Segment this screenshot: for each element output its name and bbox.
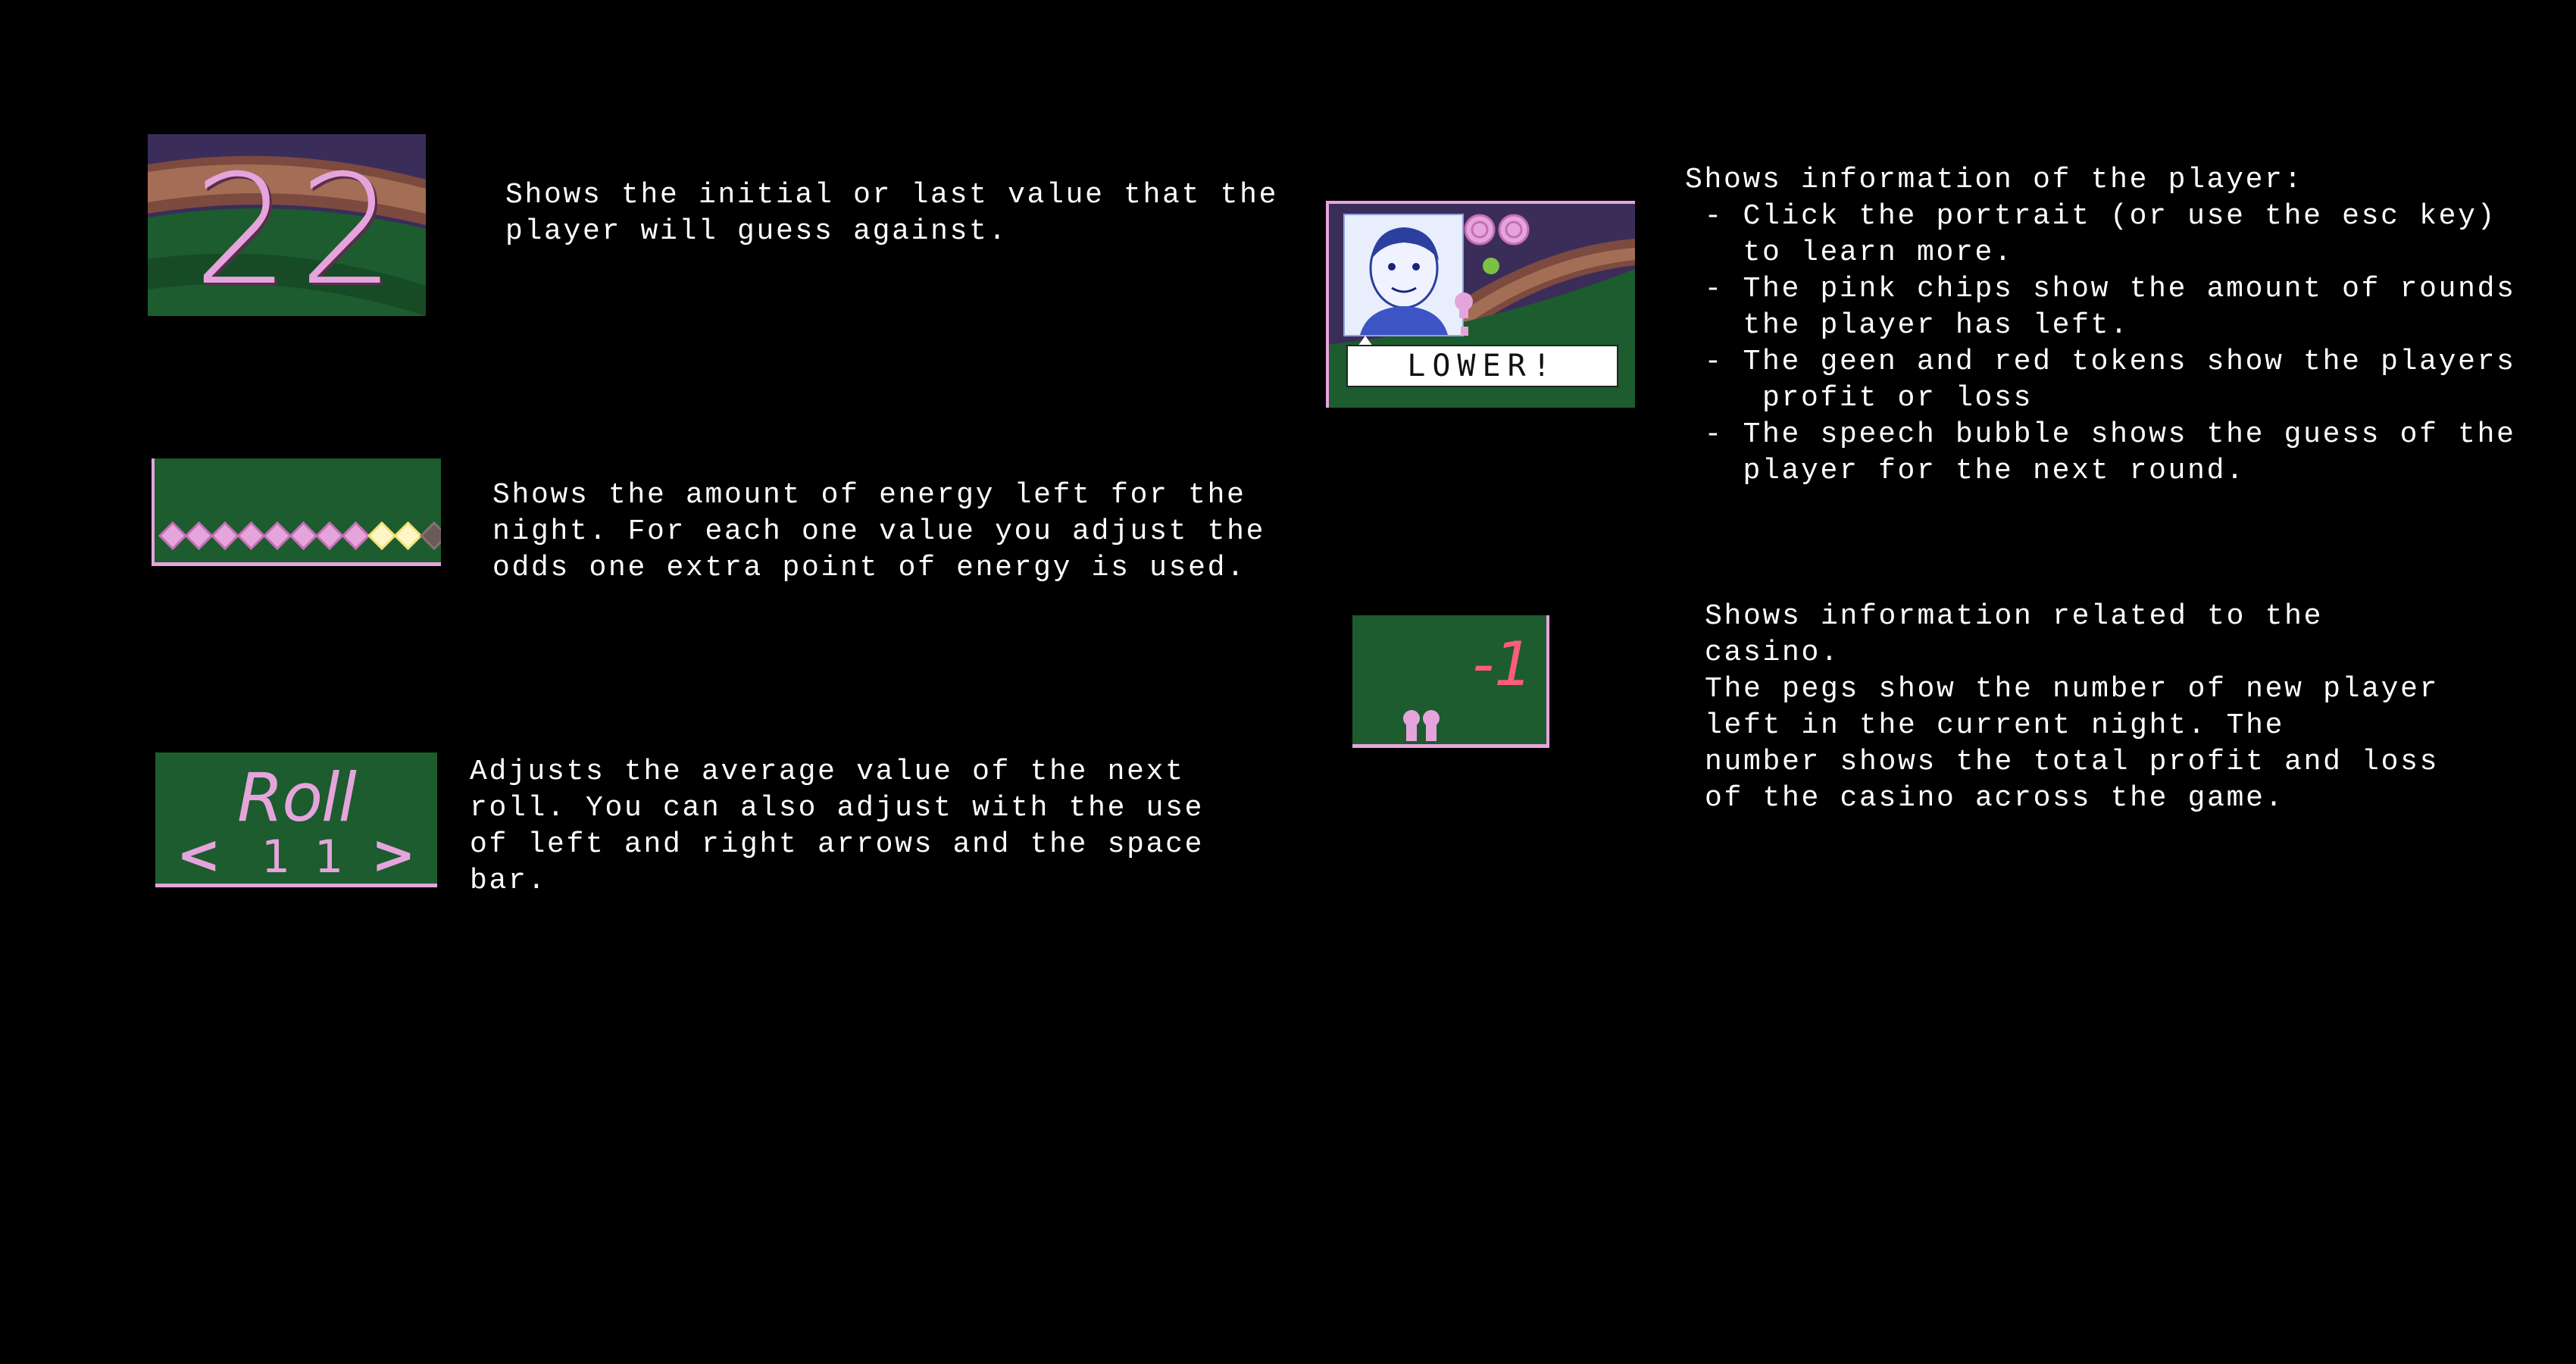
- casino-panel: -1: [1352, 615, 1549, 748]
- player-guess-speech-bubble: LOWER!: [1346, 345, 1618, 387]
- description-line: Shows information related to the: [1705, 600, 2324, 633]
- player-panel: LOWER!: [1326, 201, 1635, 408]
- starting-value-panel: 22: [148, 134, 426, 316]
- energy-point-icon: [419, 521, 441, 551]
- energy-point-icon: [184, 521, 214, 551]
- description-line: Shows the amount of energy left for the: [492, 479, 1246, 512]
- description-line: of the casino across the game.: [1705, 782, 2285, 815]
- roll-panel: Roll < 1 1 >: [155, 752, 437, 887]
- description-line: - The pink chips show the amount of roun…: [1685, 273, 2516, 305]
- energy-panel: [152, 458, 441, 566]
- description-line: player for the next round.: [1685, 455, 2246, 487]
- description-line: bar.: [470, 865, 548, 897]
- energy-point-icon: [314, 521, 345, 551]
- player-peg-icon: [1403, 710, 1420, 741]
- description-line: Shows information of the player:: [1685, 164, 2304, 196]
- panel-border: [1352, 744, 1549, 748]
- energy-point-icon: [341, 521, 370, 551]
- description-line: profit or loss: [1685, 382, 2034, 415]
- player-description: Shows information of the player: - Click…: [1685, 162, 2516, 490]
- starting-value-description: Shows the initial or last value that the…: [505, 177, 1278, 250]
- energy-point-icon: [236, 521, 266, 551]
- roll-digit: 1: [314, 831, 344, 884]
- energy-point-icon: [367, 521, 397, 551]
- description-line: night. For each one value you adjust the: [492, 515, 1266, 548]
- energy-point-icon: [210, 521, 240, 551]
- description-line: - The speech bubble shows the guess of t…: [1685, 418, 2516, 451]
- description-line: Shows the initial or last value that the: [505, 179, 1279, 211]
- description-line: to learn more.: [1685, 236, 2014, 269]
- energy-meter: [158, 521, 441, 551]
- energy-point-icon: [262, 521, 292, 551]
- energy-description: Shows the amount of energy left for the …: [492, 477, 1265, 587]
- round-chip-icon: [1464, 214, 1496, 246]
- increase-arrow-button[interactable]: >: [371, 828, 416, 881]
- energy-point-icon: [289, 521, 318, 551]
- player-peg-icon: [1455, 293, 1473, 336]
- panel-border: [1546, 615, 1549, 748]
- description-line: of left and right arrows and the space: [470, 828, 1205, 861]
- description-line: player will guess against.: [505, 215, 1008, 248]
- description-line: - Click the portrait (or use the esc key…: [1685, 200, 2497, 233]
- roll-description: Adjusts the average value of the next ro…: [470, 754, 1204, 899]
- description-line: roll. You can also adjust with the use: [470, 792, 1205, 824]
- starting-value: 22: [193, 142, 405, 316]
- decrease-arrow-button[interactable]: <: [177, 828, 221, 881]
- description-line: number shows the total profit and loss: [1705, 746, 2440, 778]
- description-line: odds one extra point of energy is used.: [492, 552, 1246, 584]
- profit-token-icon: [1483, 258, 1499, 274]
- roll-digit: 1: [261, 831, 291, 884]
- round-chip-icon: [1498, 214, 1530, 246]
- panel-border: [155, 884, 437, 887]
- panel-border: [152, 458, 155, 566]
- casino-pegs: [1403, 710, 1440, 741]
- energy-point-icon: [158, 521, 188, 551]
- description-line: - The geen and red tokens show the playe…: [1685, 346, 2516, 378]
- panel-border: [152, 562, 441, 566]
- energy-point-icon: [393, 521, 423, 551]
- description-line: the player has left.: [1685, 309, 2130, 342]
- description-line: left in the current night. The: [1705, 709, 2285, 742]
- description-line: Adjusts the average value of the next: [470, 756, 1185, 788]
- player-peg-icon: [1423, 710, 1440, 741]
- description-line: The pegs show the number of new player: [1705, 673, 2440, 705]
- description-line: casino.: [1705, 637, 1840, 669]
- casino-description: Shows information related to the casino.…: [1705, 599, 2439, 817]
